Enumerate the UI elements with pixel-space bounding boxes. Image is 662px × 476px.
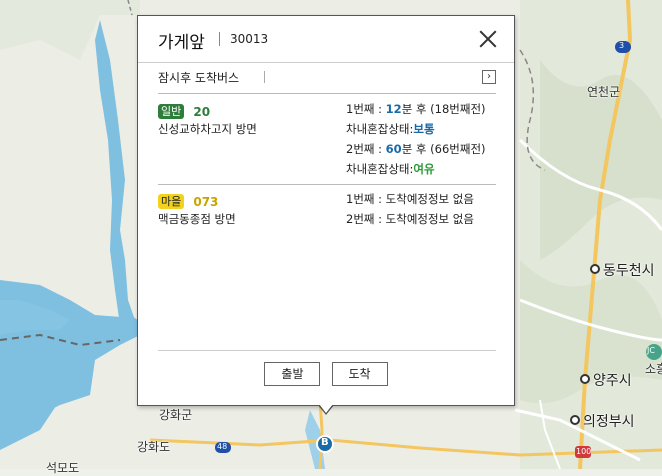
arrival-1: 1번째 : 도착예정정보 없음	[346, 192, 474, 206]
arrival-2-suffix: 분 후 (66번째전)	[401, 142, 486, 156]
footer-rule	[158, 350, 496, 351]
popup-header: 가게앞 30013	[138, 16, 514, 63]
map-label-uijeongbu: 의정부시	[570, 411, 635, 431]
route-type-badge: 일반	[158, 104, 185, 119]
section-divider	[264, 71, 265, 83]
route-item-073[interactable]: 마을 073 맥금동종점 방면 1번째 : 도착예정정보 없음 2번째 : 도착…	[158, 191, 498, 231]
map-label-so: 소흥	[645, 362, 662, 376]
route-type-badge: 마을	[158, 194, 185, 209]
crowd-2: 차내혼잡상태:여유	[346, 161, 435, 177]
arrival-2: 2번째 : 60분 후 (66번째전)	[346, 141, 486, 157]
route-item-20[interactable]: 일반 20 신성교하차고지 방면 1번째 : 12분 후 (18번째전) 차내혼…	[158, 101, 498, 181]
crowd-2-label: 차내혼잡상태:	[346, 162, 414, 176]
arrival-1-suffix: 분 후 (18번째전)	[401, 102, 486, 116]
map-label-seongmodo: 석모도	[46, 461, 80, 475]
arrive-button[interactable]: 도착	[331, 362, 388, 386]
route-48-shield: 48	[217, 442, 228, 451]
route-3-shield: 3	[619, 41, 625, 50]
route-number: 20	[193, 104, 211, 119]
bus-stop-marker-label[interactable]: B	[321, 437, 329, 448]
section-title-arriving-soon: 잠시후 도착버스	[158, 71, 240, 85]
popup-pointer-inner	[319, 404, 333, 413]
route-rule	[158, 184, 496, 185]
arrival-1-minutes: 12	[385, 102, 402, 116]
map-label-yangju: 양주시	[580, 370, 632, 390]
arrival-2-minutes: 60	[385, 142, 402, 156]
section-rule	[158, 93, 496, 94]
arrival-2: 2번째 : 도착예정정보 없음	[346, 212, 474, 226]
jc-icon: JC	[647, 346, 655, 355]
stop-id: 30013	[230, 32, 269, 46]
arrival-1-prefix: 1번째 :	[346, 102, 386, 116]
depart-button[interactable]: 출발	[264, 362, 321, 386]
map-label-ganghwa-do: 강화도	[137, 440, 171, 454]
crowd-1-label: 차내혼잡상태:	[346, 122, 414, 136]
arrival-1: 1번째 : 12분 후 (18번째전)	[346, 101, 486, 117]
crowd-1: 차내혼잡상태:보통	[346, 121, 435, 137]
route-direction: 신성교하차고지 방면	[158, 122, 257, 136]
stop-name: 가게앞	[158, 33, 205, 53]
route-100-shield: 100	[576, 447, 592, 456]
map-label-yeoncheon: 연천군	[587, 85, 621, 99]
chevron-right-icon[interactable]: ›	[482, 70, 496, 84]
bus-stop-popup: 가게앞 30013 잠시후 도착버스 › 일반 20 신성교하차고지 방면 1번…	[137, 15, 515, 406]
button-row: 출발 도착	[138, 362, 514, 386]
route-number: 073	[193, 194, 219, 209]
crowd-1-value: 보통	[413, 122, 435, 136]
crowd-2-value: 여유	[413, 162, 435, 176]
arrival-2-prefix: 2번째 :	[346, 142, 386, 156]
header-divider	[219, 32, 220, 46]
route-direction: 맥금동종점 방면	[158, 212, 236, 226]
map-label-ganghwa-gun: 강화군	[159, 408, 193, 422]
close-icon[interactable]	[476, 27, 500, 51]
map-label-dongducheon: 동두천시	[590, 260, 655, 280]
